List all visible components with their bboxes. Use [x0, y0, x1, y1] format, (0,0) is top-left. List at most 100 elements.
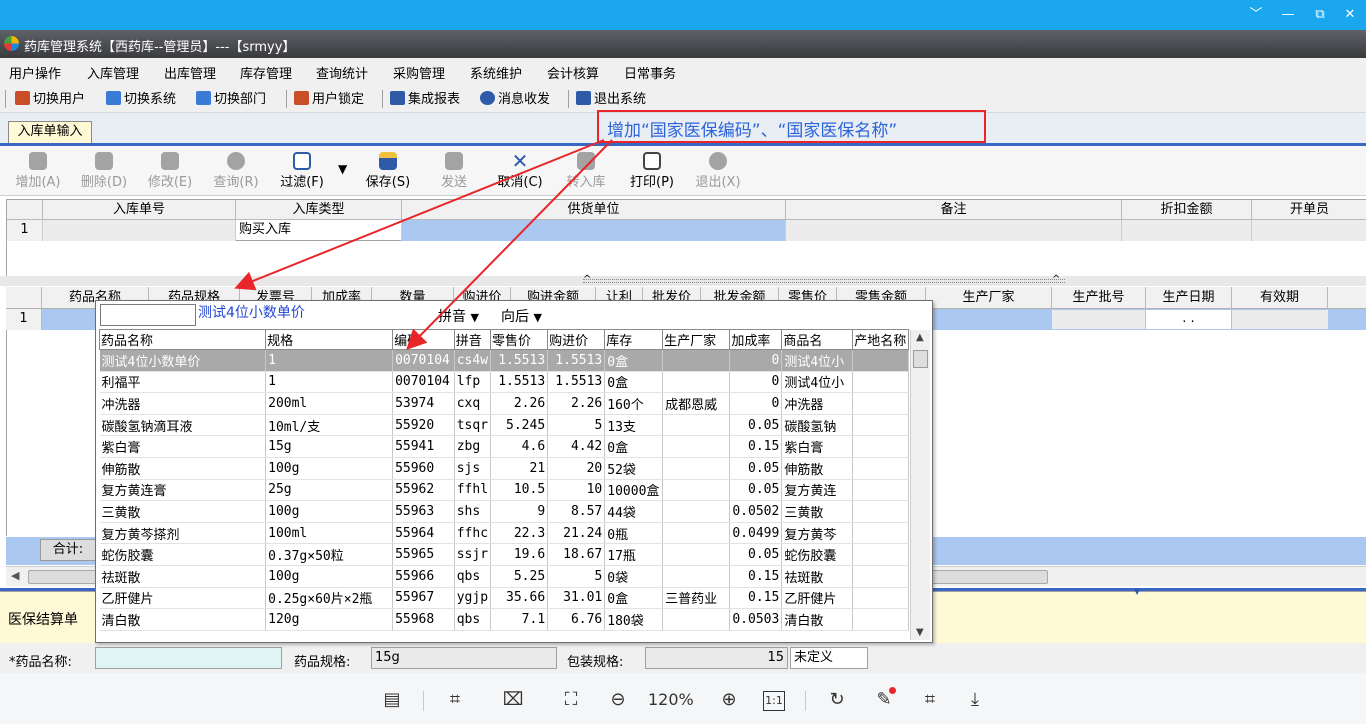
pinyin-mode-dropdown[interactable]: 拼音 ▼ — [438, 306, 479, 326]
switch-user-button[interactable]: 切换用户 — [15, 91, 85, 109]
lookup-col-purchase-price[interactable]: 购进价 — [547, 329, 606, 350]
lookup-search-input[interactable] — [100, 304, 196, 326]
lookup-row[interactable]: 伸筋散 100g 55960 sjs 21 20 52袋 0.05 伸筋散 — [99, 457, 909, 480]
lookup-row[interactable]: 蛇伤胶囊 0.37g×50粒 55965 ssjr 19.6 18.67 17瓶 0.05 蛇伤… — [99, 543, 909, 566]
rotate-icon[interactable]: ↻ — [825, 689, 849, 713]
close-icon[interactable]: ✕ — [1340, 6, 1360, 24]
exit-system-button[interactable]: 退出系统 — [576, 91, 646, 109]
expiry-cell[interactable] — [1232, 310, 1328, 329]
fit-screen-icon[interactable]: ⛶ — [559, 689, 583, 713]
lookup-row[interactable]: 利福平 1 0070104 lfp 1.5513 1.5513 0盒 0 测试4位小 — [99, 371, 909, 394]
cancel-button[interactable]: ✕ 取消(C) — [492, 150, 548, 194]
order-number-cell[interactable] — [43, 220, 236, 241]
actual-size-icon[interactable]: 1:1 — [763, 691, 785, 711]
menu-purchase[interactable]: 采购管理 — [393, 63, 445, 82]
menu-user-ops[interactable]: 用户操作 — [9, 63, 61, 82]
pack-spec-input[interactable]: 15 — [645, 647, 788, 669]
lookup-row[interactable]: 清白散 120g 55968 qbs 7.1 6.76 180袋 0.0503 清白散 — [99, 608, 909, 631]
zoom-out-icon[interactable]: ⊖ — [606, 689, 630, 713]
lookup-cell: 100g — [265, 565, 394, 588]
remark-cell[interactable] — [786, 220, 1122, 241]
lookup-row[interactable]: 乙肝健片 0.25g×60片×2瓶 55967 ygjp 35.66 31.01 0盒 三普药… — [99, 587, 909, 610]
message-button[interactable]: 消息收发 — [480, 91, 550, 109]
query-button[interactable]: 查询(R) — [208, 150, 264, 194]
lookup-row[interactable]: 紫白膏 15g 55941 zbg 4.6 4.42 0盒 0.15 紫白膏 — [99, 435, 909, 458]
supplier-cell[interactable] — [402, 220, 786, 241]
tab-stock-in-entry[interactable]: 入库单输入 — [8, 121, 92, 143]
drug-name-label: *药品名称: — [9, 655, 72, 670]
switch-system-button[interactable]: 切换系统 — [106, 91, 176, 109]
discount-cell[interactable] — [1122, 220, 1252, 241]
clerk-cell[interactable] — [1252, 220, 1366, 241]
lookup-col-stock[interactable]: 库存 — [604, 329, 664, 350]
edit-button[interactable]: 修改(E) — [142, 150, 198, 194]
col-clerk: 开单员 — [1252, 200, 1366, 220]
drug-spec-input[interactable]: 15g — [371, 647, 557, 669]
lookup-row[interactable]: 祛斑散 100g 55966 qbs 5.25 5 0袋 0.15 祛斑散 — [99, 565, 909, 588]
save-button[interactable]: 保存(S) — [360, 150, 416, 194]
menu-system[interactable]: 系统维护 — [470, 63, 522, 82]
batch-number-cell[interactable] — [1052, 310, 1146, 329]
menu-stock-out[interactable]: 出库管理 — [164, 63, 216, 82]
tab-insurance-settlement[interactable]: 医保结算单 — [8, 609, 98, 631]
send-button[interactable]: 发送 — [426, 150, 482, 194]
switch-department-button[interactable]: 切换部门 — [196, 91, 266, 109]
lookup-vertical-scrollbar[interactable]: ▲ ▼ — [910, 330, 930, 640]
lookup-col-trade-name[interactable]: 商品名 — [781, 329, 854, 350]
lookup-cell: 2.26 — [490, 392, 549, 415]
chevron-up-icon[interactable]: ^ — [1052, 274, 1060, 285]
chevron-up-icon[interactable]: ^ — [583, 274, 591, 285]
report-button[interactable]: 集成报表 — [390, 91, 460, 109]
lookup-row[interactable]: 三黄散 100g 55963 shs 9 8.57 44袋 0.0502 三黄散 — [99, 500, 909, 523]
quick-toolbar: 切换用户 切换系统 切换部门 用户锁定 集成报表 消息收发 退出系统 — [0, 85, 1366, 113]
lookup-col-spec[interactable]: 规格 — [265, 329, 394, 350]
splitter-grip[interactable] — [583, 279, 1065, 283]
print-button[interactable]: 打印(P) — [624, 150, 680, 194]
lookup-row[interactable]: 复方黄芩搽剂 100ml 55964 ffhc 22.3 21.24 0瓶 0.0499 复方黄… — [99, 522, 909, 545]
lookup-col-pinyin[interactable]: 拼音 — [453, 329, 492, 350]
stock-type-cell[interactable]: 购买入库 — [236, 220, 402, 241]
lookup-row[interactable]: 测试4位小数单价 1 0070104 cs4w 1.5513 1.5513 0盒 0 测试4位小 — [99, 349, 909, 372]
ocr-scan-icon[interactable]: ⌗ — [443, 689, 467, 713]
add-button[interactable]: 增加(A) — [10, 150, 66, 194]
delete-button[interactable]: 删除(D) — [76, 150, 132, 194]
minimize-icon[interactable]: — — [1278, 6, 1298, 24]
drug-name-input[interactable] — [95, 647, 282, 669]
lookup-col-markup[interactable]: 加成率 — [729, 329, 783, 350]
filter-dropdown-icon[interactable]: ▼ — [338, 162, 347, 176]
scroll-up-icon[interactable]: ▲ — [916, 332, 924, 343]
lookup-col-drug-name[interactable]: 药品名称 — [98, 329, 267, 350]
production-date-cell[interactable]: . . — [1146, 310, 1232, 329]
exit-button[interactable]: 退出(X) — [690, 150, 746, 194]
menu-query-stats[interactable]: 查询统计 — [316, 63, 368, 82]
user-lock-button[interactable]: 用户锁定 — [294, 91, 364, 109]
lookup-row[interactable]: 冲洗器 200ml 53974 cxq 2.26 2.26 160个 成都恩威 0 冲洗器 — [99, 392, 909, 415]
zoom-in-icon[interactable]: ⊕ — [717, 689, 741, 713]
menu-accounting[interactable]: 会计核算 — [547, 63, 599, 82]
lookup-col-code[interactable]: 编码 — [392, 329, 455, 350]
filter-button[interactable]: 过滤(F) — [274, 150, 330, 194]
chevron-down-icon[interactable]: ﹀ — [1246, 6, 1266, 24]
scroll-left-icon[interactable]: ◀ — [11, 569, 19, 582]
translate-icon[interactable]: ⌧ — [501, 689, 525, 713]
crop-icon[interactable]: ⌗ — [918, 689, 942, 713]
lookup-cell: 乙肝健片 — [99, 587, 267, 610]
menu-daily[interactable]: 日常事务 — [624, 63, 676, 82]
lookup-col-retail-price[interactable]: 零售价 — [490, 329, 549, 350]
transfer-button[interactable]: 转入库 — [558, 150, 614, 194]
lookup-row[interactable]: 复方黄连膏 25g 55962 ffhl 10.5 10 10000盒 0.05 复方黄连 — [99, 479, 909, 502]
lookup-col-manufacturer[interactable]: 生产厂家 — [662, 329, 731, 350]
lookup-col-origin[interactable]: 产地名称 — [852, 329, 909, 350]
menu-inventory[interactable]: 库存管理 — [240, 63, 292, 82]
direction-dropdown[interactable]: 向后 ▼ — [501, 306, 542, 326]
layout-icon[interactable]: ▤ — [380, 689, 404, 713]
lookup-cell: ffhc — [454, 522, 492, 545]
pack-unit-input[interactable]: 未定义 — [790, 647, 868, 669]
lookup-row[interactable]: 碳酸氢钠滴耳液 10ml/支 55920 tsqr 5.245 5 13支 0.05 碳酸氢钠 — [99, 414, 909, 437]
download-icon[interactable]: ⤓ — [963, 689, 987, 713]
restore-icon[interactable]: ⧉ — [1310, 6, 1330, 24]
scroll-down-icon[interactable]: ▼ — [916, 627, 924, 638]
scrollbar-thumb[interactable] — [913, 350, 928, 368]
menu-stock-in[interactable]: 入库管理 — [87, 63, 139, 82]
chevron-down-icon[interactable]: ▼ — [1134, 587, 1140, 596]
